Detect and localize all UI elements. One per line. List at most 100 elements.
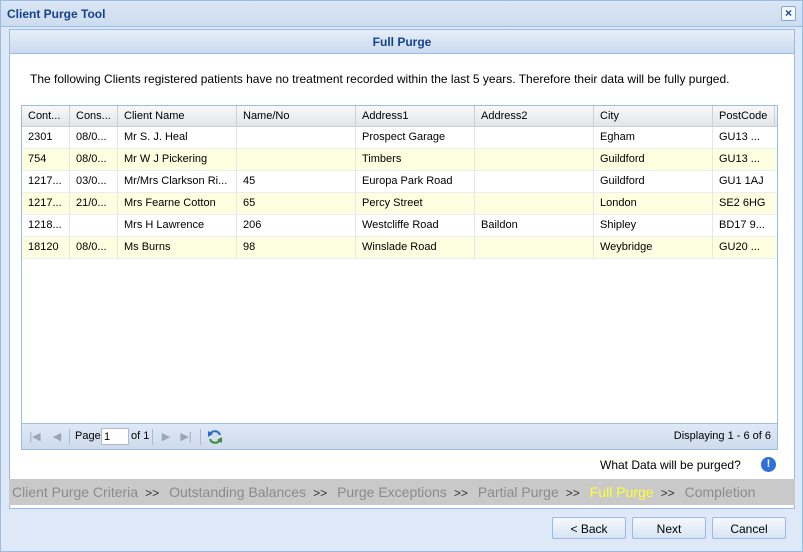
table-cell: GU20 ... [719,241,760,253]
table-cell: Europa Park Road [356,171,475,192]
grid-body: 2301 08/0... Mr S. J. Heal Prospect Garage E… [22,127,777,259]
table-cell: BD17 9... [719,219,765,231]
table-cell: Ms Burns [118,237,237,258]
col-city-header[interactable]: City [594,106,713,127]
table-row[interactable]: 1217... 03/0... Mr/Mrs Clarkson Ri... 45 Eur… [22,171,777,193]
table-cell: Prospect Garage [356,127,475,148]
table-cell: Mr S. J. Heal [118,127,237,148]
col-address2-header[interactable]: Address2 [475,106,594,127]
table-cell [70,215,118,236]
table-cell [237,149,356,170]
table-cell: 98 [237,237,356,258]
panel-title: Full Purge [10,30,794,54]
toolbar-separator [152,429,153,445]
client-purge-window: Client Purge Tool × Full Purge The follo… [0,0,803,552]
table-cell: Egham [594,127,713,148]
table-cell: 1218... [22,215,70,236]
wizard-step: Full Purge [589,484,654,500]
table-cell: Guildford [594,149,713,170]
table-cell: GU1 1AJ [719,175,764,187]
prev-page-icon[interactable]: ◀ [50,430,64,444]
table-cell: 08/0... [70,149,118,170]
table-cell: 1217... [22,171,70,192]
col-name-no-header[interactable]: Name/No [237,106,356,127]
table-cell [475,237,594,258]
step-separator: >> [660,486,675,500]
step-separator: >> [145,486,160,500]
table-row[interactable]: 2301 08/0... Mr S. J. Heal Prospect Garage E… [22,127,777,149]
window-title: Client Purge Tool [7,7,106,21]
table-cell [475,193,594,214]
table-cell: Baildon [475,215,594,236]
col-address1-header[interactable]: Address1 [356,106,475,127]
display-info: Displaying 1 - 6 of 6 [673,430,771,442]
table-row[interactable]: 1218... Mrs H Lawrence 206 Westcliffe Road B… [22,215,777,237]
table-cell: Mr W J Pickering [118,149,237,170]
table-cell: Mrs Fearne Cotton [118,193,237,214]
table-cell: 18120 [22,237,70,258]
table-cell: 08/0... [70,127,118,148]
table-row[interactable]: 1217... 21/0... Mrs Fearne Cotton 65 Percy S… [22,193,777,215]
last-page-icon[interactable]: ▶| [179,430,193,444]
wizard-step: Partial Purge [477,484,559,500]
wizard-step: Purge Exceptions [337,484,447,500]
wizard-step: Completion [684,484,756,500]
col-contact-header[interactable]: Cont... [22,106,70,127]
col-postcode-header[interactable]: PostCode [713,106,775,127]
page-label: Page [75,430,101,442]
table-cell: Percy Street [356,193,475,214]
grid-header: Cont... Cons... Client Name Name/No Address1… [22,106,777,127]
table-cell: SE2 6HG [719,197,766,209]
refresh-icon[interactable] [207,429,223,445]
table-cell: Timbers [356,149,475,170]
close-icon[interactable]: × [781,6,796,21]
table-cell: 754 [22,149,70,170]
table-cell: GU13 ... [719,131,760,143]
wizard-panel: Full Purge The following Clients registe… [9,29,795,509]
wizard-step: Client Purge Criteria [12,484,139,500]
table-cell [237,127,356,148]
toolbar-separator [200,429,201,445]
table-cell: London [594,193,713,214]
table-cell: Guildford [594,171,713,192]
clients-grid: Cont... Cons... Client Name Name/No Address1… [21,105,778,450]
table-cell: 206 [237,215,356,236]
col-client-name-header[interactable]: Client Name [118,106,237,127]
paging-toolbar: |◀ ◀ Page of 1 ▶ ▶| Displaying 1 - 6 of … [22,423,777,449]
step-separator: >> [453,486,468,500]
cancel-button[interactable]: Cancel [712,517,786,539]
step-separator: >> [565,486,580,500]
table-cell: GU13 ... [719,153,760,165]
wizard-steps: Client Purge Criteria >> Outstanding Balan… [9,479,795,505]
table-row[interactable]: 754 08/0... Mr W J Pickering Timbers Guildfo… [22,149,777,171]
table-cell: Mr/Mrs Clarkson Ri... [118,171,237,192]
next-button[interactable]: Next [632,517,706,539]
col-consult-header[interactable]: Cons... [70,106,118,127]
first-page-icon[interactable]: |◀ [28,430,42,444]
table-cell: 03/0... [70,171,118,192]
info-icon[interactable]: ! [761,457,776,472]
table-cell: 1217... [22,193,70,214]
table-row[interactable]: 18120 08/0... Ms Burns 98 Winslade Road Weybr… [22,237,777,259]
back-button[interactable]: < Back [552,517,626,539]
table-cell [475,171,594,192]
page-of-label: of 1 [131,430,150,442]
table-cell: Shipley [594,215,713,236]
table-cell: Mrs H Lawrence [118,215,237,236]
wizard-step: Outstanding Balances [169,484,307,500]
what-data-label: What Data will be purged? [600,458,741,472]
table-cell: Winslade Road [356,237,475,258]
next-page-icon[interactable]: ▶ [159,430,173,444]
table-cell [475,149,594,170]
page-number-input[interactable] [101,428,129,445]
intro-text: The following Clients registered patient… [30,72,730,86]
table-cell: 21/0... [70,193,118,214]
table-cell: 08/0... [70,237,118,258]
table-cell: 45 [237,171,356,192]
table-cell: 65 [237,193,356,214]
table-cell [475,127,594,148]
toolbar-separator [69,429,70,445]
step-separator: >> [313,486,328,500]
window-titlebar[interactable]: Client Purge Tool × [1,1,802,27]
table-cell: Weybridge [594,237,713,258]
